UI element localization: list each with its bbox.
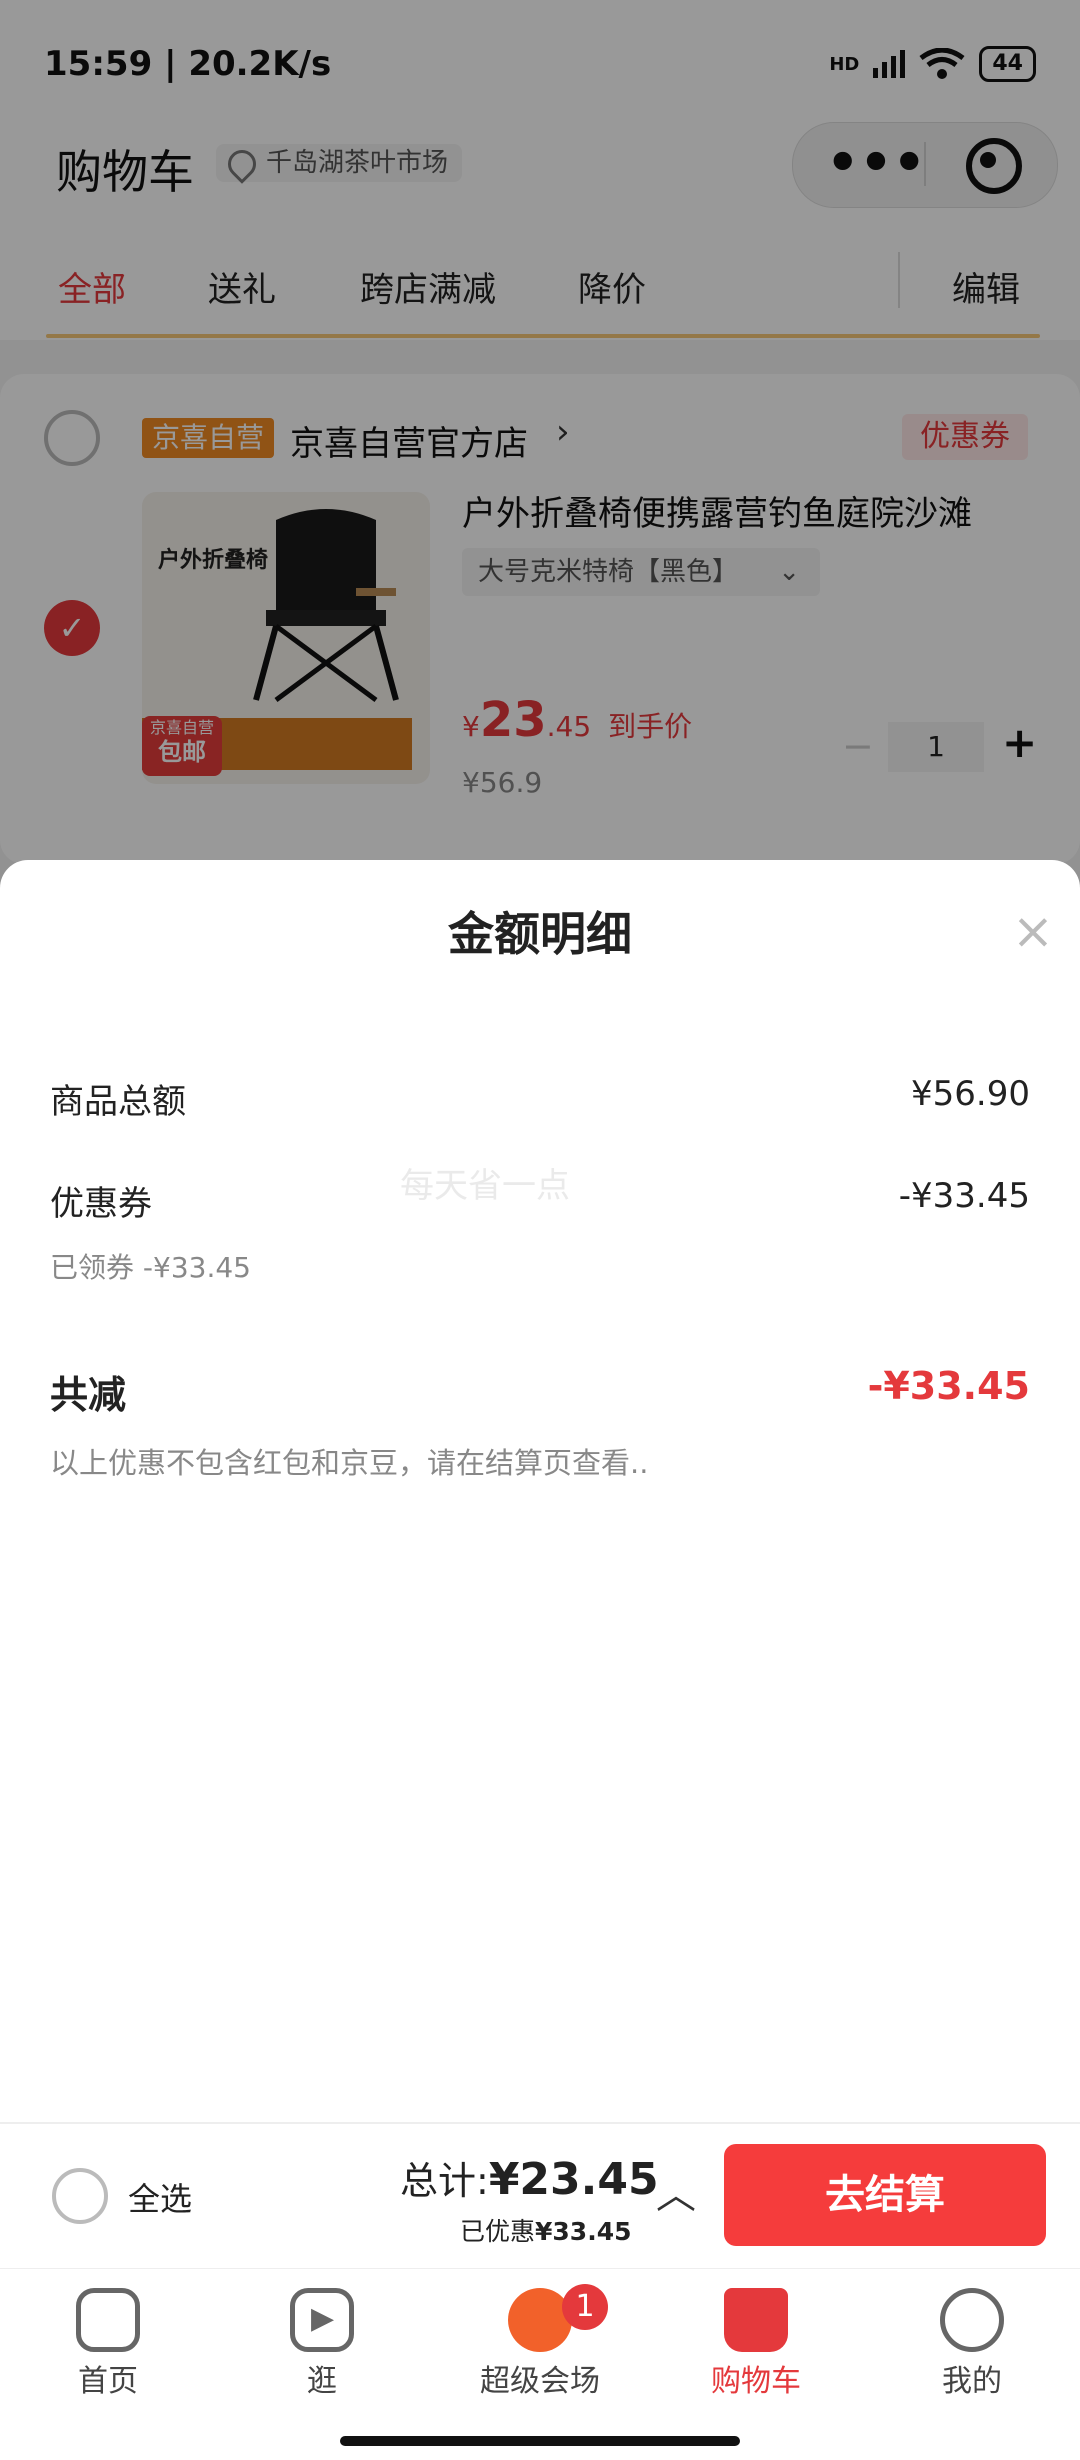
nav-cart-label: 购物车 bbox=[711, 2364, 801, 2399]
coupon-sub-note: 已领券 -¥33.45 bbox=[50, 1251, 251, 1284]
watermark-text: 每天省一点 bbox=[400, 1166, 570, 1206]
nav-home[interactable]: 首页 bbox=[18, 2268, 198, 2418]
total-reduce-value: -¥33.45 bbox=[867, 1364, 1030, 1408]
home-icon bbox=[76, 2288, 140, 2352]
venue-icon bbox=[508, 2288, 572, 2352]
nav-browse-label: 逛 bbox=[307, 2364, 337, 2399]
close-icon[interactable]: × bbox=[1012, 902, 1054, 960]
sheet-title: 金额明细 bbox=[448, 907, 632, 961]
nav-venue[interactable]: 超级会场 bbox=[450, 2268, 630, 2418]
saved-amount: 已优惠¥33.45 bbox=[460, 2212, 632, 2248]
nav-browse[interactable]: ▶ 逛 bbox=[232, 2268, 412, 2418]
play-icon: ▶ bbox=[290, 2288, 354, 2352]
total-value: ¥23.45 bbox=[488, 2154, 659, 2205]
nav-cart[interactable]: 购物车 bbox=[666, 2268, 846, 2418]
total-price: 总计:¥23.45 bbox=[400, 2150, 659, 2205]
saved-label: 已优惠 bbox=[460, 2217, 536, 2246]
coupon-value: -¥33.45 bbox=[898, 1176, 1030, 1216]
select-all-label[interactable]: 全选 bbox=[128, 2174, 192, 2220]
discount-note: 以上优惠不包含红包和京豆，请在结算页查看.. bbox=[50, 1446, 649, 1480]
chevron-up-icon[interactable]: ︿ bbox=[656, 2162, 696, 2220]
venue-badge: 1 bbox=[562, 2284, 608, 2330]
nav-mine-label: 我的 bbox=[942, 2364, 1002, 2399]
nav-home-label: 首页 bbox=[78, 2364, 138, 2399]
cart-icon bbox=[724, 2288, 788, 2352]
saved-value: ¥33.45 bbox=[535, 2217, 632, 2246]
profile-icon bbox=[940, 2288, 1004, 2352]
total-reduce-label: 共减 bbox=[50, 1373, 127, 1417]
checkout-button[interactable]: 去结算 bbox=[724, 2144, 1046, 2246]
coupon-label: 优惠券 bbox=[50, 1184, 152, 1224]
total-label: 总计: bbox=[400, 2159, 489, 2203]
home-indicator[interactable] bbox=[340, 2436, 740, 2446]
select-all-checkbox[interactable] bbox=[52, 2168, 108, 2224]
goods-total-label: 商品总额 bbox=[50, 1082, 186, 1122]
goods-total-value: ¥56.90 bbox=[911, 1074, 1030, 1114]
nav-venue-label: 超级会场 bbox=[480, 2364, 600, 2399]
nav-mine[interactable]: 我的 bbox=[882, 2268, 1062, 2418]
action-bar-divider bbox=[0, 2122, 1080, 2124]
